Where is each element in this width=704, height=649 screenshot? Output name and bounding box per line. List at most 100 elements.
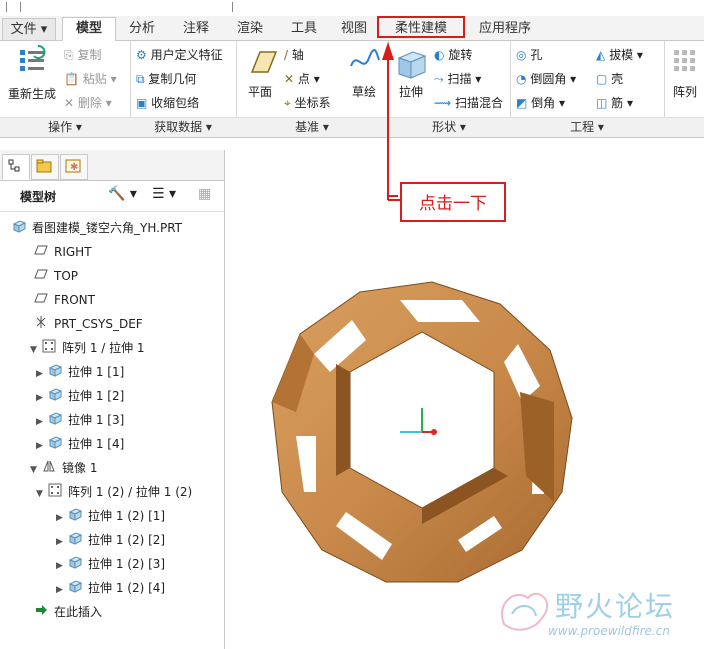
tab-applications[interactable]: 应用程序 [468, 18, 542, 39]
tree-item[interactable]: ▶ 拉伸 1 (2) [1] [56, 506, 165, 526]
shell-button[interactable]: ▢ 壳 [596, 70, 623, 87]
tree-item[interactable]: ▼ 镜像 1 [30, 458, 97, 478]
revolve-button[interactable]: ◐ 旋转 [434, 46, 472, 63]
datum-plane-icon [34, 267, 48, 287]
csys-button[interactable]: ⌖ 坐标系 [284, 94, 331, 111]
collapse-arrow-icon[interactable]: ▼ [30, 460, 42, 480]
tree-item[interactable]: ▶ 拉伸 1 (2) [2] [56, 530, 165, 550]
filter-icon: ▦ [198, 186, 212, 202]
extrude-icon [48, 387, 63, 407]
paste-button[interactable]: 📋 粘贴 ▾ [64, 70, 117, 87]
folder-icon [36, 159, 52, 173]
settings-dropdown[interactable]: 🔨 ▾ [108, 186, 137, 202]
sweep-button[interactable]: ⤳ 扫描 ▾ [434, 70, 481, 87]
group-label-shapes[interactable]: 形状 ▾ [388, 117, 511, 137]
expand-arrow-icon[interactable]: ▶ [36, 436, 48, 456]
axis-button[interactable]: / 轴 [284, 46, 304, 63]
expand-arrow-icon[interactable]: ▶ [56, 580, 68, 600]
tab-tools[interactable]: 工具 [280, 18, 328, 39]
tree-item[interactable]: ▶ 拉伸 1 (2) [3] [56, 554, 165, 574]
pattern-button[interactable]: 阵列 [668, 44, 702, 100]
tree-item[interactable]: 看图建模_镂空六角_YH.PRT [12, 218, 182, 238]
tree-item[interactable]: 在此插入 [34, 602, 102, 622]
rib-button[interactable]: ◫ 筋 ▾ [596, 94, 633, 111]
tab-model-tree[interactable] [2, 154, 30, 180]
extrude-icon [48, 411, 63, 431]
expand-arrow-icon[interactable]: ▶ [36, 388, 48, 408]
extrude-icon [68, 579, 83, 599]
tree-item-label: 阵列 1 (2) / 拉伸 1 (2) [68, 485, 193, 499]
paste-icon: 📋 [64, 72, 79, 86]
tree-item-label: PRT_CSYS_DEF [54, 317, 143, 331]
tab-render[interactable]: 渲染 [226, 18, 274, 39]
show-dropdown[interactable]: ☰ ▾ [152, 186, 176, 202]
group-label-operations[interactable]: 操作 ▾ [0, 117, 131, 137]
mirror-icon [42, 459, 56, 479]
swept-blend-button[interactable]: ⟿ 扫描混合 [434, 94, 503, 111]
tree-item[interactable]: ▶ 拉伸 1 [1] [36, 362, 124, 382]
collapse-arrow-icon[interactable]: ▼ [30, 340, 42, 360]
shrinkwrap-icon: ▣ [136, 96, 148, 110]
group-label-get-data[interactable]: 获取数据 ▾ [130, 117, 237, 137]
filter-button[interactable]: ▦ [198, 186, 211, 202]
expand-arrow-icon[interactable]: ▶ [56, 532, 68, 552]
hole-button[interactable]: ◎ 孔 [516, 46, 542, 63]
delete-icon: ✕ [64, 96, 75, 110]
group-label-engineering[interactable]: 工程 ▾ [510, 117, 665, 137]
tree-item[interactable]: ▼ 阵列 1 / 拉伸 1 [30, 338, 145, 358]
expand-arrow-icon[interactable]: ▶ [56, 556, 68, 576]
draft-button[interactable]: ◭ 拔模 ▾ [596, 46, 643, 63]
regenerate-button[interactable]: 重新生成 [6, 44, 58, 102]
expand-arrow-icon[interactable]: ▶ [56, 508, 68, 528]
insert-here-icon [34, 603, 48, 623]
point-icon: ✕ [284, 72, 295, 86]
tab-analysis[interactable]: 分析 [118, 18, 166, 39]
regenerate-icon [20, 45, 46, 71]
favorites-icon: ✱ [65, 159, 81, 173]
pattern-icon [48, 483, 62, 503]
plane-button[interactable]: 平面 [240, 44, 280, 100]
plane-icon [250, 51, 278, 73]
chamfer-button[interactable]: ◩ 倒角 ▾ [516, 94, 565, 111]
round-button[interactable]: ◔ 倒圆角 ▾ [516, 70, 576, 87]
collapse-arrow-icon[interactable]: ▼ [36, 484, 48, 504]
tab-folder-browser[interactable] [31, 154, 59, 180]
tree-item-label: 拉伸 1 (2) [4] [88, 581, 166, 595]
tab-file[interactable]: 文件 ▾ [2, 18, 56, 41]
tree-item[interactable]: ▶ 拉伸 1 [2] [36, 386, 124, 406]
chamfer-icon: ◩ [516, 96, 528, 110]
swept-blend-icon: ⟿ [434, 96, 452, 110]
tree-item[interactable]: PRT_CSYS_DEF [34, 314, 143, 334]
tab-model[interactable]: 模型 [62, 17, 116, 42]
copy-button[interactable]: ⎘ 复制 [64, 46, 101, 63]
tree-item[interactable]: RIGHT [34, 242, 92, 262]
tree-item[interactable]: TOP [34, 266, 78, 286]
tab-view[interactable]: 视图 [332, 18, 376, 39]
tree-item-label: 拉伸 1 [1] [68, 365, 125, 379]
udf-button[interactable]: ⚙ 用户定义特征 [136, 46, 223, 63]
group-label-datum[interactable]: 基准 ▾ [236, 117, 389, 137]
tab-favorites[interactable]: ✱ [60, 154, 88, 180]
tree-item[interactable]: ▶ 拉伸 1 [3] [36, 410, 124, 430]
tree-item-label: 看图建模_镂空六角_YH.PRT [32, 221, 182, 235]
csys-icon [34, 315, 48, 335]
tab-annotate[interactable]: 注释 [172, 18, 220, 39]
tree-item[interactable]: ▼ 阵列 1 (2) / 拉伸 1 (2) [36, 482, 192, 502]
expand-arrow-icon[interactable]: ▶ [36, 412, 48, 432]
extrude-icon [68, 555, 83, 575]
tree-item[interactable]: FRONT [34, 290, 95, 310]
point-button[interactable]: ✕ 点 ▾ [284, 70, 320, 87]
highlight-box [377, 16, 465, 38]
group-label-pattern [664, 117, 704, 137]
copy-geometry-button[interactable]: ⧉ 复制几何 [136, 70, 196, 87]
model-tree-icon [8, 159, 20, 172]
expand-arrow-icon[interactable]: ▶ [36, 364, 48, 384]
extrude-icon [68, 507, 83, 527]
tree-item[interactable]: ▶ 拉伸 1 [4] [36, 434, 124, 454]
tree-item[interactable]: ▶ 拉伸 1 (2) [4] [56, 578, 165, 598]
sweep-icon: ⤳ [434, 72, 444, 86]
svg-text:✱: ✱ [70, 162, 78, 173]
delete-button[interactable]: ✕ 删除 ▾ [64, 94, 112, 111]
pattern-icon [674, 50, 695, 71]
shrinkwrap-button[interactable]: ▣ 收缩包络 [136, 94, 199, 111]
